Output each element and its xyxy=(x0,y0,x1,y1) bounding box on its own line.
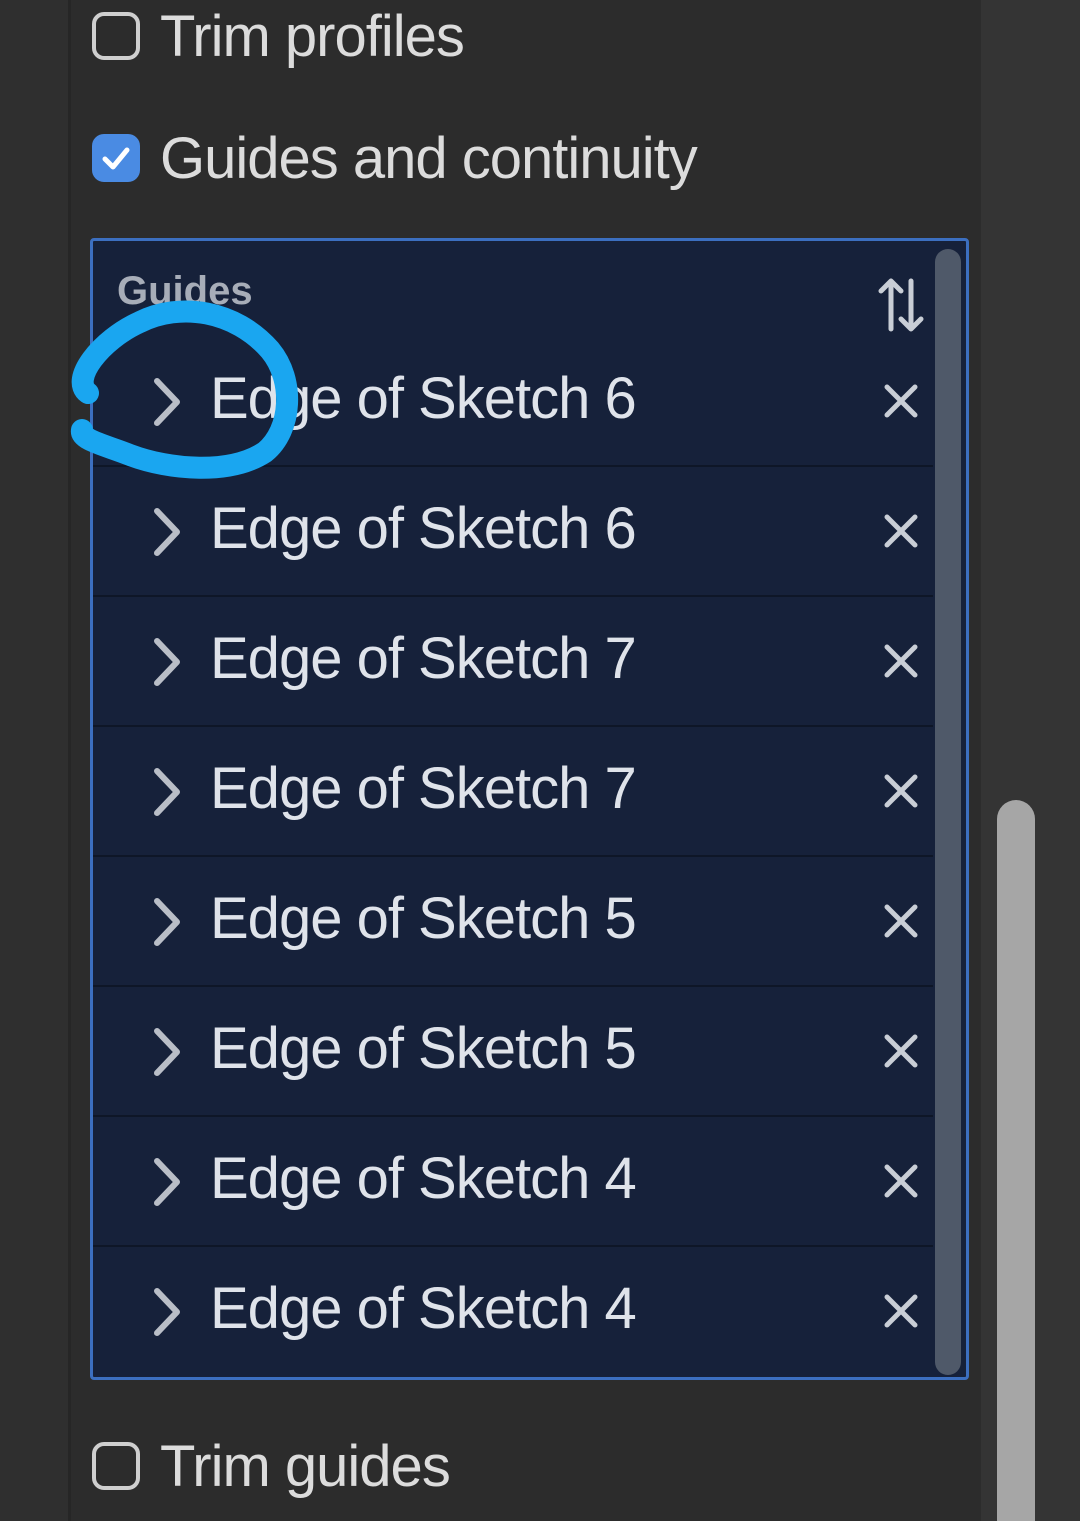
guide-item[interactable]: Edge of Sketch 4 xyxy=(93,1117,933,1247)
close-icon[interactable] xyxy=(881,1161,921,1201)
close-icon[interactable] xyxy=(881,1031,921,1071)
guide-item-label: Edge of Sketch 4 xyxy=(210,1276,637,1341)
chevron-right-icon[interactable] xyxy=(147,1155,187,1209)
chevron-right-icon[interactable] xyxy=(147,635,187,689)
guide-item[interactable]: Edge of Sketch 4 xyxy=(93,1247,933,1377)
left-sidebar-strip xyxy=(0,0,71,1521)
trim-profiles-label: Trim profiles xyxy=(160,3,465,69)
guides-title: Guides xyxy=(117,269,253,313)
chevron-right-icon[interactable] xyxy=(147,765,187,819)
guide-item-label: Edge of Sketch 7 xyxy=(210,756,637,821)
close-icon[interactable] xyxy=(881,641,921,681)
guide-item[interactable]: Edge of Sketch 6 xyxy=(93,467,933,597)
guide-item-label: Edge of Sketch 7 xyxy=(210,626,637,691)
guide-item-label: Edge of Sketch 6 xyxy=(210,496,637,561)
chevron-right-icon[interactable] xyxy=(147,1025,187,1079)
screen: Trim profiles Guides and continuity Guid… xyxy=(0,0,1080,1521)
chevron-right-icon[interactable] xyxy=(147,895,187,949)
chevron-right-icon[interactable] xyxy=(147,505,187,559)
trim-guides-checkbox[interactable] xyxy=(92,1442,140,1490)
trim-profiles-checkbox[interactable] xyxy=(92,12,140,60)
guides-selection-box[interactable]: Guides Edge of Sketch 6 Edge of Sketch 6… xyxy=(90,238,969,1380)
checkmark-icon xyxy=(102,147,130,170)
close-icon[interactable] xyxy=(881,511,921,551)
trim-profiles-option[interactable]: Trim profiles xyxy=(92,3,465,69)
guides-and-continuity-checkbox[interactable] xyxy=(92,134,140,182)
trim-guides-option[interactable]: Trim guides xyxy=(92,1433,451,1499)
guide-item-label: Edge of Sketch 5 xyxy=(210,886,637,951)
guides-scrollbar[interactable] xyxy=(935,249,961,1375)
close-icon[interactable] xyxy=(881,901,921,941)
guides-and-continuity-label: Guides and continuity xyxy=(160,125,698,191)
sort-up-down-icon[interactable] xyxy=(877,275,925,335)
guide-item[interactable]: Edge of Sketch 7 xyxy=(93,597,933,727)
guide-item[interactable]: Edge of Sketch 7 xyxy=(93,727,933,857)
guide-item[interactable]: Edge of Sketch 5 xyxy=(93,987,933,1117)
guides-and-continuity-option[interactable]: Guides and continuity xyxy=(92,125,698,191)
trim-guides-label: Trim guides xyxy=(160,1433,451,1499)
guide-item-label: Edge of Sketch 5 xyxy=(210,1016,637,1081)
close-icon[interactable] xyxy=(881,381,921,421)
guide-item-label: Edge of Sketch 4 xyxy=(210,1146,637,1211)
close-icon[interactable] xyxy=(881,771,921,811)
chevron-right-icon[interactable] xyxy=(147,375,187,429)
guides-list: Edge of Sketch 6 Edge of Sketch 6 Edge o… xyxy=(93,337,933,1377)
guide-item-label: Edge of Sketch 6 xyxy=(210,366,637,431)
chevron-right-icon[interactable] xyxy=(147,1285,187,1339)
guide-item[interactable]: Edge of Sketch 5 xyxy=(93,857,933,987)
close-icon[interactable] xyxy=(881,1291,921,1331)
panel-scrollbar[interactable] xyxy=(997,800,1035,1521)
guide-item[interactable]: Edge of Sketch 6 xyxy=(93,337,933,467)
